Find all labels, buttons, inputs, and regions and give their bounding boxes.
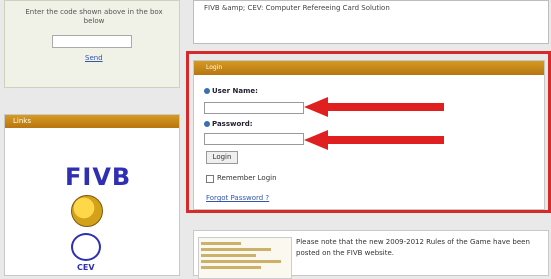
fivb-logo[interactable]: FIVB — [65, 163, 131, 191]
fivb-logo-text: FIVB — [65, 163, 132, 191]
volleyball-logo[interactable] — [71, 195, 103, 227]
news-text: Please note that the new 2009-2012 Rules… — [296, 238, 530, 257]
cev-logo[interactable] — [71, 233, 101, 261]
links-panel-title: Links — [5, 115, 179, 128]
cev-logo-text: CEV — [77, 263, 95, 272]
intro-text: FIVB &amp; CEV: Computer Refereeing Card… — [204, 4, 390, 12]
verification-code-input[interactable] — [52, 35, 132, 48]
news-panel: Please note that the new 2009-2012 Rules… — [193, 230, 549, 279]
verification-instruction: Enter the code shown above in the box be… — [25, 8, 163, 25]
rules-thumbnail[interactable] — [198, 237, 292, 279]
arrow-icon — [304, 97, 444, 117]
intro-panel: FIVB &amp; CEV: Computer Refereeing Card… — [193, 0, 549, 44]
verification-panel: Enter the code shown above in the box be… — [4, 0, 180, 88]
arrow-icon — [304, 130, 444, 150]
send-link[interactable]: Send — [85, 54, 103, 62]
links-panel: Links FIVB CEV — [4, 114, 180, 276]
